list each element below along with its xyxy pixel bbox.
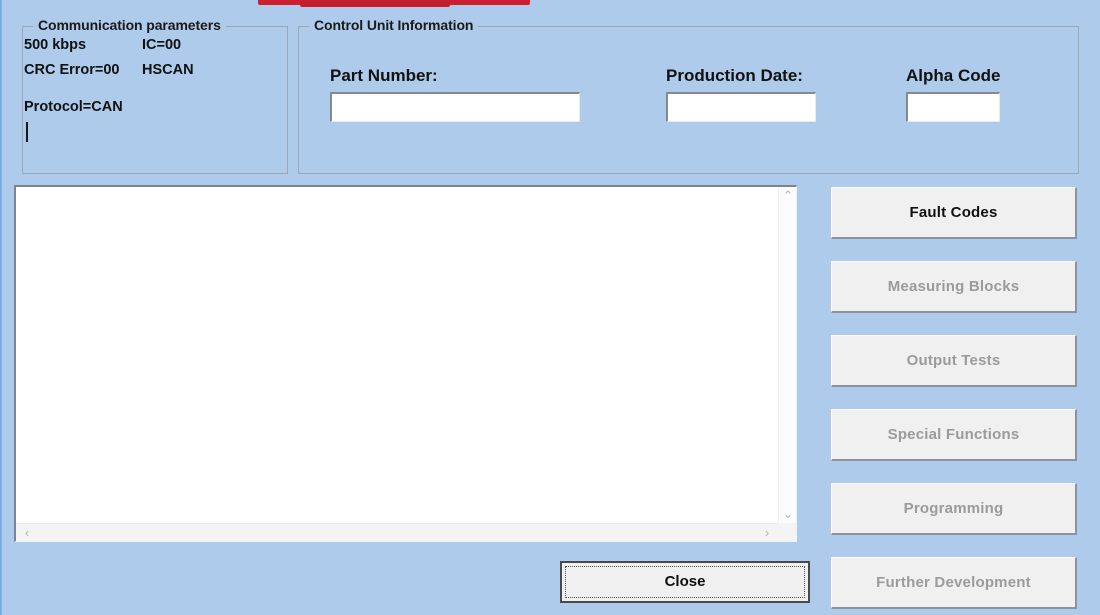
scroll-down-icon[interactable]: ⌄: [779, 505, 797, 523]
part-number-input[interactable]: [330, 92, 580, 122]
scroll-left-icon[interactable]: ‹: [18, 524, 36, 542]
alpha-code-input[interactable]: [906, 92, 1000, 122]
comm-row: CRC Error=00 HSCAN: [24, 58, 194, 83]
comm-bus-type: HSCAN: [142, 62, 194, 78]
communication-parameters-values: 500 kbps IC=00 CRC Error=00 HSCAN Protocol…: [24, 33, 194, 145]
comm-row: 500 kbps IC=00: [24, 33, 194, 58]
text-caret: [26, 122, 28, 143]
comm-bitrate: 500 kbps: [24, 37, 87, 53]
fault-codes-button[interactable]: Fault Codes: [831, 187, 1077, 239]
output-tests-button: Output Tests: [831, 335, 1077, 387]
production-date-field-wrapper: Production Date:: [666, 66, 816, 122]
comm-caret-row: [24, 120, 194, 145]
comm-spacer: [24, 83, 194, 95]
further-development-button: Further Development: [831, 557, 1077, 609]
measuring-blocks-button: Measuring Blocks: [831, 261, 1077, 313]
comm-crc-error: CRC Error=00: [24, 62, 120, 78]
comm-ic: IC=00: [142, 37, 182, 53]
close-button[interactable]: Close: [560, 561, 810, 603]
output-log-text[interactable]: [16, 187, 778, 523]
programming-button: Programming: [831, 483, 1077, 535]
control-unit-information-title: Control Unit Information: [309, 17, 479, 33]
scroll-up-icon[interactable]: ⌃: [779, 187, 797, 205]
window-left-edge: [0, 0, 2, 615]
alpha-code-field-wrapper: Alpha Code: [906, 66, 1000, 122]
production-date-input[interactable]: [666, 92, 816, 122]
communication-parameters-title: Communication parameters: [33, 17, 226, 33]
comm-protocol: Protocol=CAN: [24, 99, 123, 115]
part-number-field-wrapper: Part Number:: [330, 66, 580, 122]
output-log-panel: ⌃ ⌄ ‹ ›: [14, 185, 797, 542]
titlebar-accent-sliver-inner: [300, 0, 450, 7]
part-number-label: Part Number:: [330, 66, 438, 85]
close-button-label: Close: [565, 566, 805, 598]
output-vertical-scrollbar[interactable]: ⌃ ⌄: [778, 187, 796, 523]
scroll-right-icon[interactable]: ›: [758, 524, 776, 542]
output-horizontal-scrollbar[interactable]: ‹ ›: [16, 523, 778, 541]
scrollbar-corner: [778, 523, 796, 541]
special-functions-button: Special Functions: [831, 409, 1077, 461]
alpha-code-label: Alpha Code: [906, 66, 1001, 85]
production-date-label: Production Date:: [666, 66, 803, 85]
